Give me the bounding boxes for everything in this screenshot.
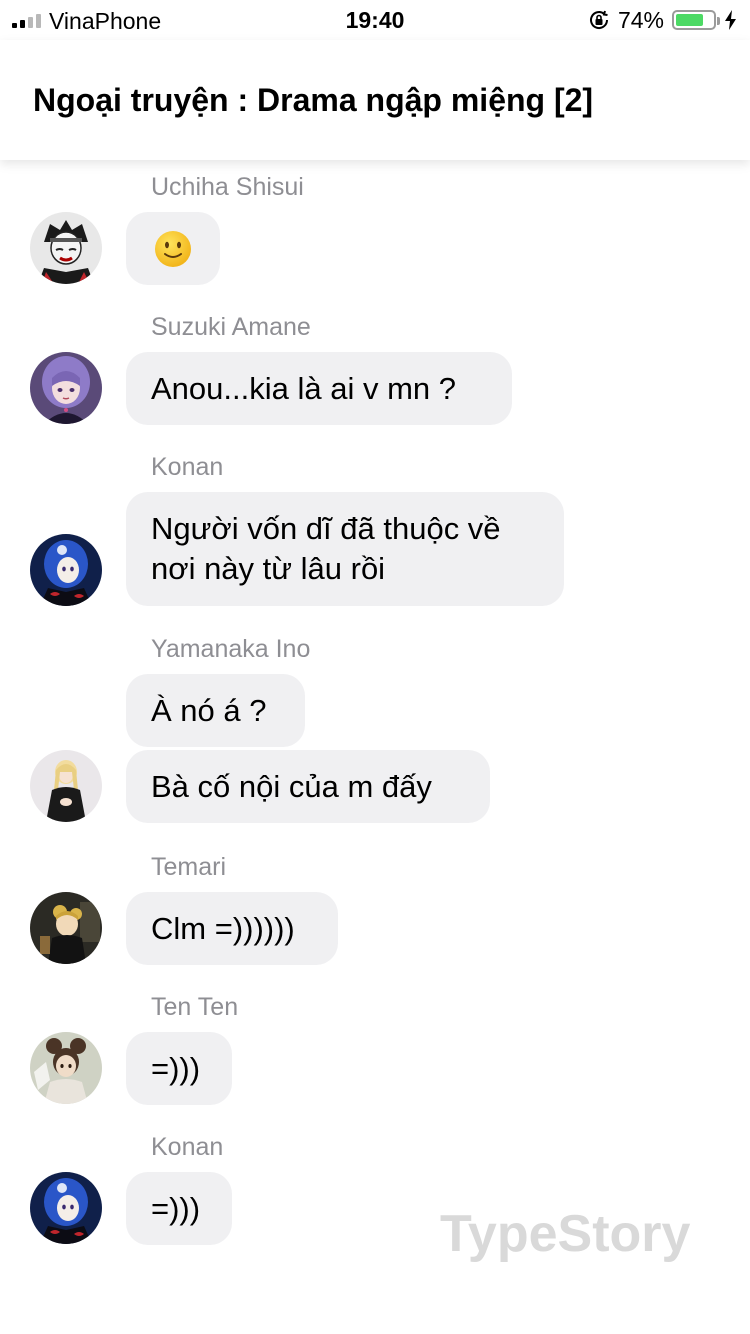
message-bubble[interactable]: Bà cố nội của m đấy <box>126 750 490 823</box>
message-bubble[interactable]: Anou...kia là ai v mn ? <box>126 352 512 425</box>
avatar-temari[interactable] <box>30 892 102 964</box>
avatar-suzuki-amane[interactable] <box>30 352 102 424</box>
message-text: Bà cố nội của m đấy <box>151 768 432 804</box>
sender-name: Suzuki Amane <box>151 313 311 341</box>
sender-name: Uchiha Shisui <box>151 173 304 201</box>
message-text-line: Người vốn dĩ đã thuộc về <box>151 511 501 546</box>
message-bubble[interactable]: À nó á ? <box>126 674 305 747</box>
sender-name: Ten Ten <box>151 993 239 1021</box>
slightly-smiling-face-icon <box>155 230 191 267</box>
chat-header: Ngoại truyện : Drama ngập miệng [2] <box>0 40 750 160</box>
sender-name: Yamanaka Ino <box>151 635 311 663</box>
sender-name: Konan <box>151 453 224 481</box>
charging-bolt-icon <box>725 10 736 30</box>
battery-level <box>676 14 703 26</box>
sender-name: Konan <box>151 1133 224 1161</box>
message-text: À nó á ? <box>151 692 267 728</box>
orientation-lock-icon <box>589 10 608 29</box>
avatar-ten-ten[interactable] <box>30 1032 102 1104</box>
avatar-konan[interactable] <box>30 534 102 606</box>
battery-cap <box>717 17 720 25</box>
status-bar: VinaPhone 19:40 74% <box>0 0 750 40</box>
sender-name: Temari <box>151 853 227 881</box>
status-right: 74% <box>588 7 738 33</box>
message-text: Clm =)))))) <box>151 910 295 946</box>
message-bubble[interactable]: Người vốn dĩ đã thuộc về nơi này từ lâu … <box>126 492 564 606</box>
avatar-uchiha-shisui[interactable] <box>30 212 102 284</box>
message-bubble[interactable]: Clm =)))))) <box>126 892 338 965</box>
message-bubble[interactable]: =))) <box>126 1172 232 1245</box>
message-text-line: nơi này từ lâu rồi <box>151 551 386 586</box>
avatar-yamanaka-ino[interactable] <box>30 750 102 822</box>
message-text: =))) <box>151 1050 201 1086</box>
message-bubble[interactable]: =))) <box>126 1032 232 1105</box>
avatar-konan[interactable] <box>30 1172 102 1244</box>
message-text: =))) <box>151 1190 201 1226</box>
watermark-logo: TypeStory <box>440 1205 691 1263</box>
battery-percent: 74% <box>617 7 664 33</box>
chat-title: Ngoại truyện : Drama ngập miệng [2] <box>33 82 594 118</box>
message-bubble[interactable] <box>126 212 220 285</box>
message-text: Anou...kia là ai v mn ? <box>151 370 456 406</box>
battery-icon <box>672 10 720 30</box>
